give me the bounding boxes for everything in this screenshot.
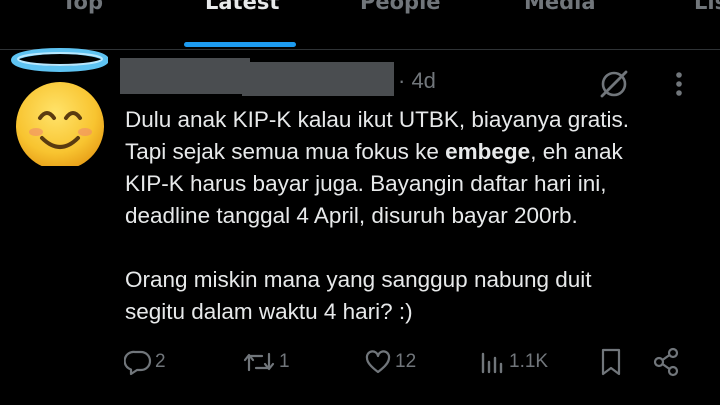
bar-chart-icon xyxy=(481,352,503,374)
tab-bar: Top Latest People Media Lists xyxy=(0,0,720,50)
tweet-timestamp[interactable]: · 4d xyxy=(398,68,436,94)
tab-top[interactable]: Top xyxy=(62,0,103,14)
more-options-icon[interactable] xyxy=(664,66,694,102)
tweet-line: Tapi sejak semua mua fokus ke embege, eh… xyxy=(125,136,710,168)
tweet-bold-word: embege xyxy=(445,139,531,164)
avatar[interactable] xyxy=(8,46,109,170)
bookmark-button[interactable] xyxy=(598,340,624,384)
views-button[interactable]: 1.1K xyxy=(480,340,548,384)
tweet-line: KIP-K harus bayar juga. Bayangin daftar … xyxy=(125,171,607,196)
view-count: 1.1K xyxy=(509,351,549,372)
retweet-icon xyxy=(243,352,275,372)
tweet-line: Orang miskin mana yang sanggup nabung du… xyxy=(125,267,592,292)
tab-latest[interactable]: Latest xyxy=(205,0,279,14)
reply-button[interactable]: 2 xyxy=(124,340,166,384)
share-button[interactable] xyxy=(652,340,680,384)
tweet-actions: 2 1 12 1.1K xyxy=(0,340,720,384)
redacted-display-name xyxy=(120,58,250,94)
smiling-face-with-halo-emoji-icon xyxy=(11,48,109,170)
tweet-line-part: , eh anak xyxy=(530,139,623,164)
like-count: 12 xyxy=(395,351,417,372)
redacted-username xyxy=(242,62,394,96)
tab-lists[interactable]: Lists xyxy=(694,0,720,14)
tweet-line: deadline tanggal 4 April, disuruh bayar … xyxy=(125,203,578,228)
heart-icon xyxy=(365,350,391,374)
tweet-text: Dulu anak KIP-K kalau ikut UTBK, biayany… xyxy=(125,104,710,328)
tab-people[interactable]: People xyxy=(360,0,441,14)
retweet-button[interactable]: 1 xyxy=(242,340,290,384)
tweet-line: segitu dalam waktu 4 hari? :) xyxy=(125,299,413,324)
grok-icon[interactable] xyxy=(596,66,632,102)
like-button[interactable]: 12 xyxy=(364,340,416,384)
reply-icon xyxy=(124,350,152,376)
active-tab-indicator xyxy=(184,42,296,47)
tab-media[interactable]: Media xyxy=(524,0,596,14)
tweet-line: Dulu anak KIP-K kalau ikut UTBK, biayany… xyxy=(125,107,629,132)
bookmark-icon xyxy=(601,348,621,376)
reply-count: 2 xyxy=(155,351,166,372)
tweet-line-part: Tapi sejak semua mua fokus ke xyxy=(125,139,446,164)
retweet-count: 1 xyxy=(279,351,290,372)
share-icon xyxy=(653,347,679,377)
